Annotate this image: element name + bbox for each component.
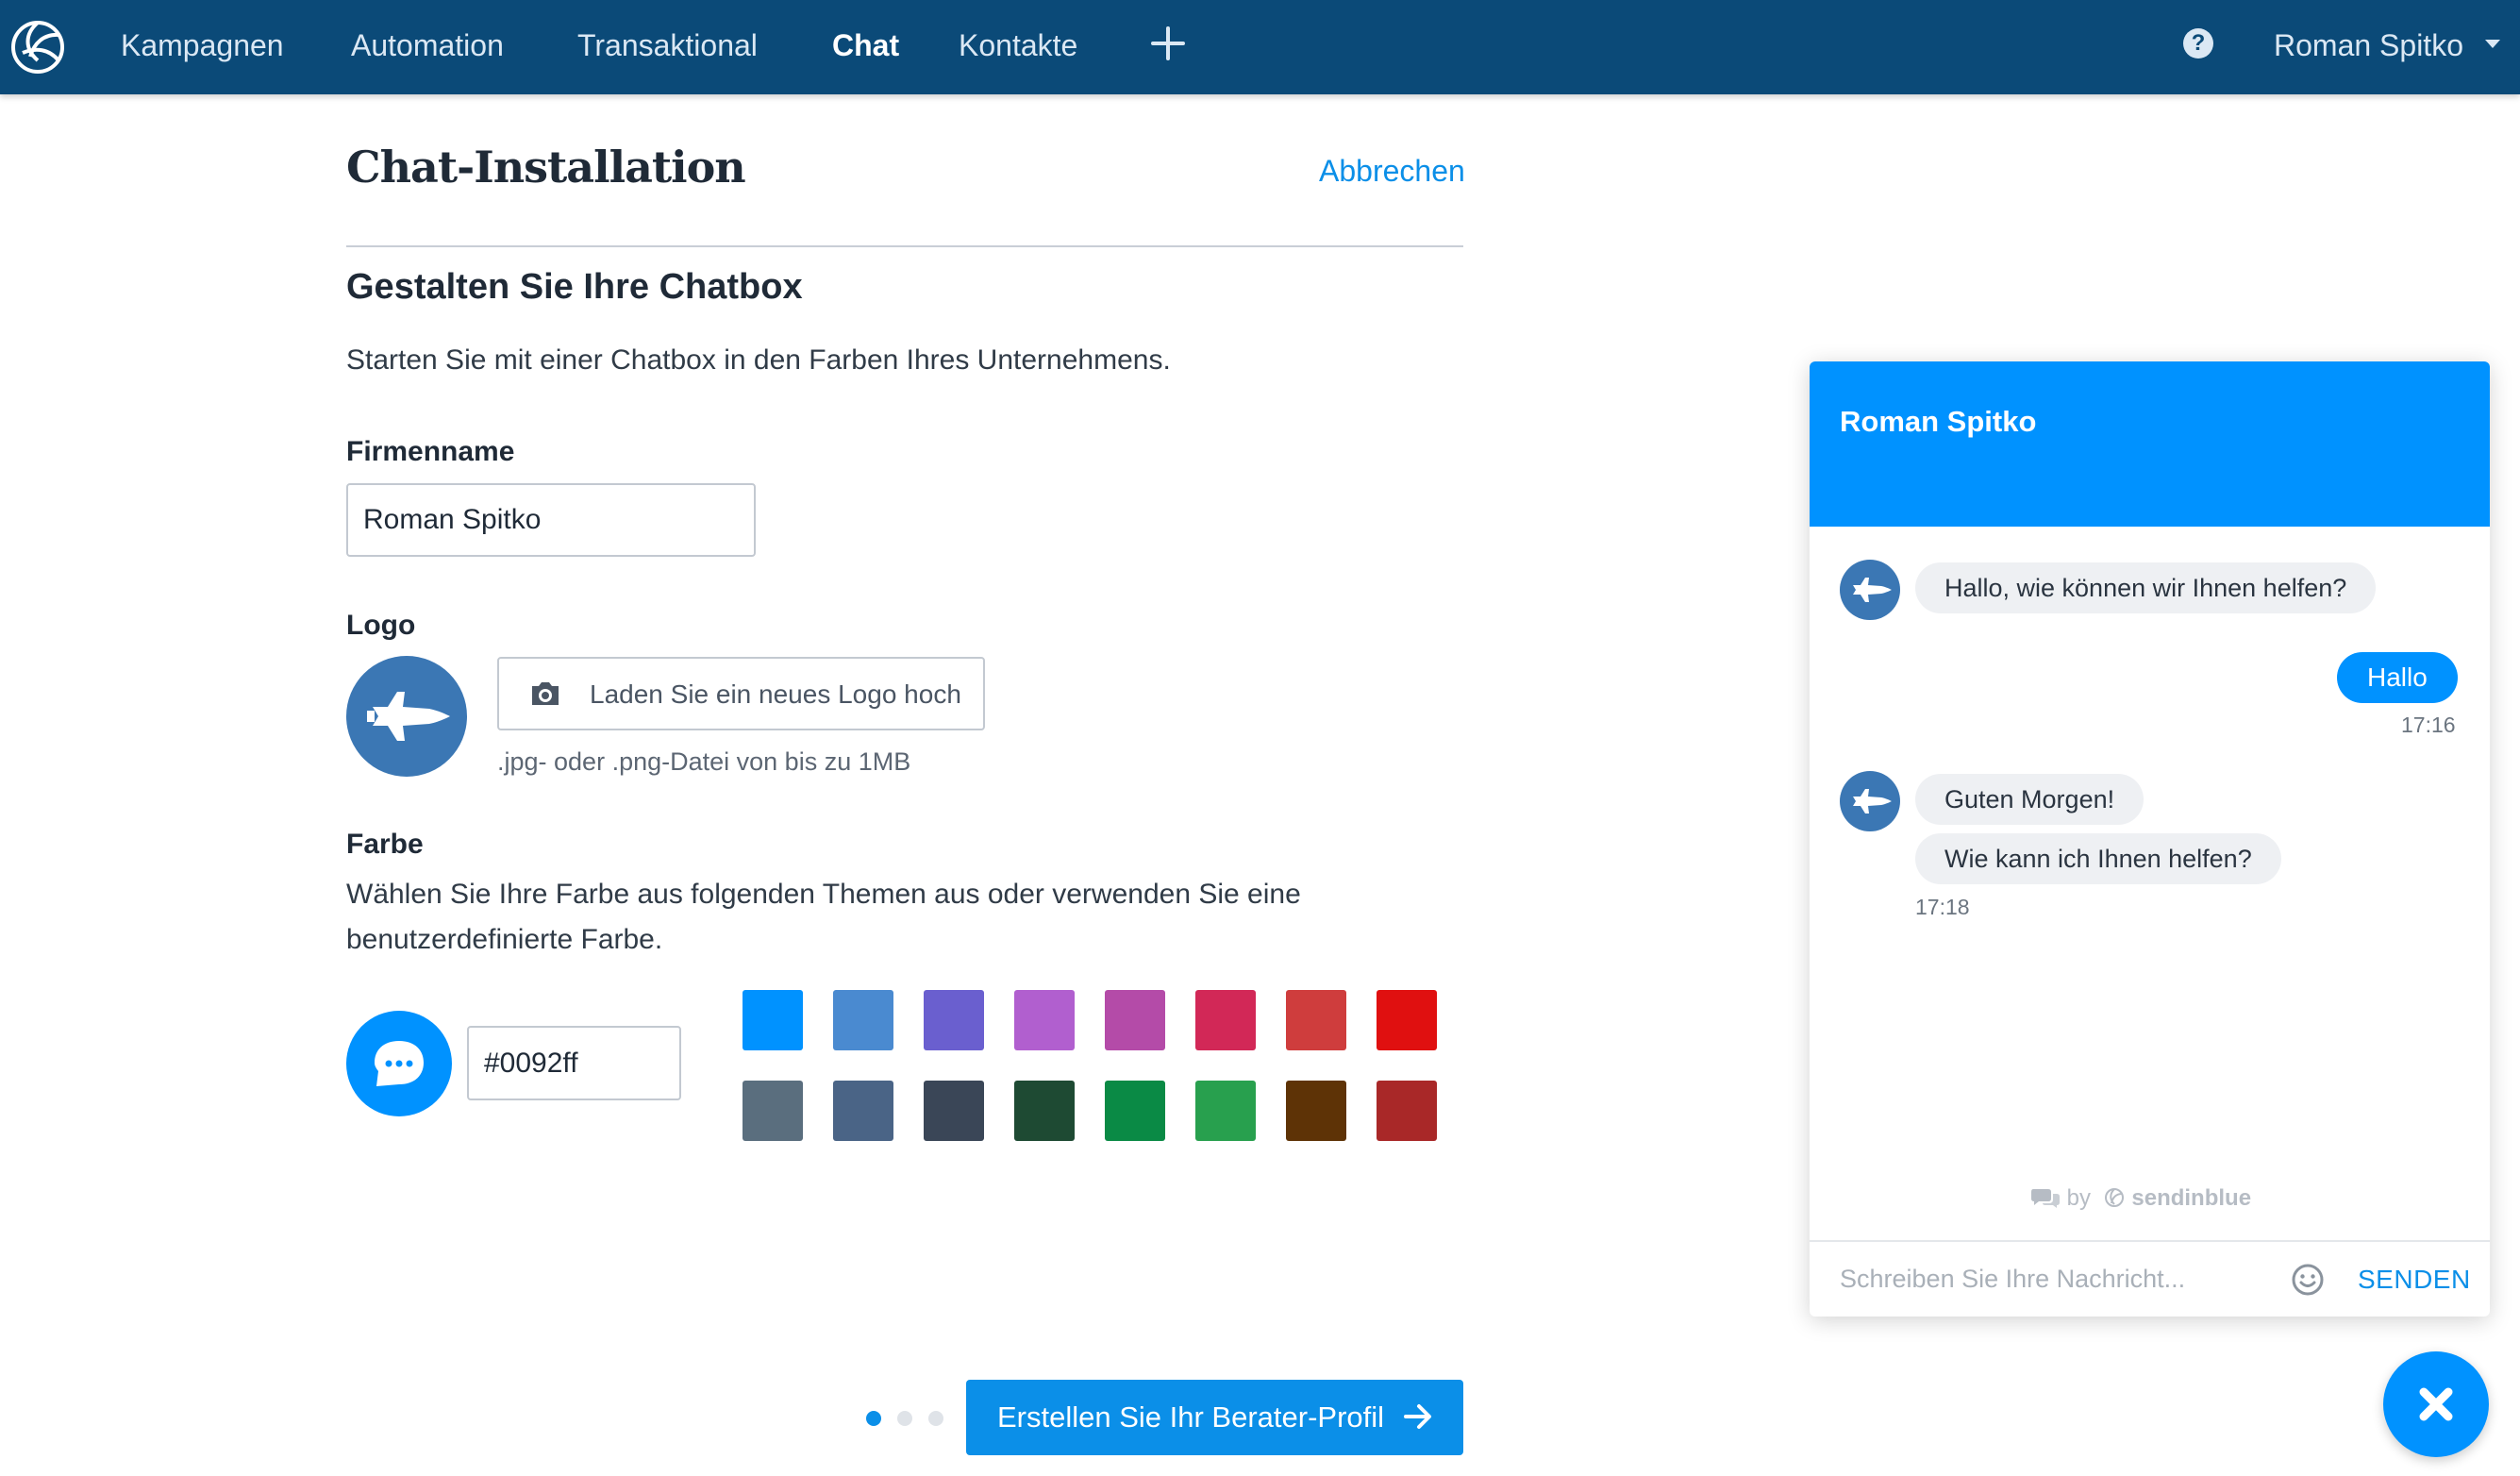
color-swatch[interactable] — [833, 990, 893, 1050]
chat-widget-preview: Roman Spitko Hallo, wie können wir Ihnen… — [1810, 361, 2490, 1317]
color-swatch[interactable] — [1377, 990, 1437, 1050]
step-dot — [866, 1411, 881, 1426]
color-swatch[interactable] — [743, 1081, 803, 1141]
nav-item-kampagnen[interactable]: Kampagnen — [121, 26, 284, 64]
color-swatch[interactable] — [1286, 1081, 1346, 1141]
close-icon — [2419, 1387, 2453, 1421]
company-name-input[interactable] — [346, 483, 756, 557]
add-plus-icon[interactable] — [1147, 23, 1189, 64]
color-swatch[interactable] — [1195, 1081, 1256, 1141]
page-title: Chat-Installation — [346, 142, 746, 193]
sendinblue-logo-icon — [2104, 1188, 2124, 1207]
color-swatch[interactable] — [743, 990, 803, 1050]
nav-item-chat[interactable]: Chat — [832, 26, 899, 64]
chat-message-agent: Guten Morgen! — [1915, 774, 2145, 825]
section-title: Gestalten Sie Ihre Chatbox — [346, 267, 803, 307]
message-timestamp: 17:18 — [1915, 895, 1970, 919]
section-description: Starten Sie mit einer Chatbox in den Far… — [346, 344, 1171, 376]
chat-message-agent: Wie kann ich Ihnen helfen? — [1915, 833, 2281, 884]
chat-message-visitor: Hallo — [2337, 652, 2458, 703]
nav-item-kontakte[interactable]: Kontakte — [959, 26, 1077, 64]
logo-preview — [346, 656, 467, 777]
upload-hint: .jpg- oder .png-Datei von bis zu 1MB — [497, 747, 911, 776]
powered-by-label: by — [2066, 1185, 2092, 1211]
top-navigation-bar: Kampagnen Automation Transaktional Chat … — [0, 0, 2520, 94]
color-swatch[interactable] — [924, 990, 984, 1050]
color-swatch[interactable] — [924, 1081, 984, 1141]
color-swatch[interactable] — [1377, 1081, 1437, 1141]
chat-bubble-preview — [346, 1011, 452, 1116]
arrow-right-icon — [1404, 1404, 1431, 1429]
step-dot — [928, 1411, 943, 1426]
chat-bubbles-icon — [2031, 1189, 2060, 1208]
space-shuttle-icon — [1853, 789, 1892, 813]
logo-label: Logo — [346, 610, 416, 641]
chat-input-bar: Schreiben Sie Ihre Nachricht... SENDEN — [1810, 1240, 2490, 1317]
user-menu[interactable]: Roman Spitko — [2274, 26, 2463, 64]
color-label: Farbe — [346, 829, 424, 860]
color-swatch[interactable] — [1014, 990, 1075, 1050]
color-description: Wählen Sie Ihre Farbe aus folgenden Them… — [346, 879, 1301, 955]
divider — [346, 245, 1463, 247]
chat-header-title: Roman Spitko — [1840, 405, 2037, 438]
powered-by-brand: sendinblue — [2131, 1185, 2252, 1211]
step-dot — [897, 1411, 912, 1426]
company-name-label: Firmenname — [346, 436, 515, 467]
upload-logo-label: Laden Sie ein neues Logo hoch — [590, 679, 961, 709]
agent-avatar — [1840, 771, 1900, 831]
send-button[interactable]: SENDEN — [2358, 1265, 2471, 1295]
color-swatch[interactable] — [1195, 990, 1256, 1050]
close-chat-button[interactable] — [2383, 1351, 2489, 1457]
agent-avatar — [1840, 560, 1900, 620]
color-swatch[interactable] — [1105, 1081, 1165, 1141]
upload-logo-button[interactable]: Laden Sie ein neues Logo hoch — [497, 657, 985, 730]
space-shuttle-icon — [367, 692, 450, 741]
create-advisor-profile-label: Erstellen Sie Ihr Berater-Profil — [997, 1401, 1385, 1434]
space-shuttle-icon — [1853, 578, 1892, 602]
chat-message-agent: Hallo, wie können wir Ihnen helfen? — [1915, 562, 2377, 613]
color-swatch[interactable] — [1105, 990, 1165, 1050]
powered-by: by sendinblue — [2030, 1185, 2251, 1212]
create-advisor-profile-button[interactable]: Erstellen Sie Ihr Berater-Profil — [966, 1380, 1463, 1455]
chat-message-input[interactable]: Schreiben Sie Ihre Nachricht... — [1840, 1265, 2185, 1294]
sendinblue-logo-icon[interactable] — [8, 11, 68, 83]
color-hex-input[interactable] — [467, 1026, 681, 1100]
nav-item-automation[interactable]: Automation — [351, 26, 504, 64]
chevron-down-icon[interactable] — [2485, 40, 2500, 48]
chat-header: Roman Spitko — [1810, 361, 2490, 527]
nav-item-transaktional[interactable]: Transaktional — [577, 26, 758, 64]
camera-icon — [532, 682, 559, 705]
chat-bubble-icon — [375, 1041, 424, 1086]
help-icon[interactable]: ? — [2183, 28, 2213, 59]
color-swatch[interactable] — [1286, 990, 1346, 1050]
message-timestamp: 17:16 — [2401, 713, 2456, 737]
cancel-link[interactable]: Abbrechen — [1319, 154, 1465, 189]
color-swatch[interactable] — [1014, 1081, 1075, 1141]
color-swatch[interactable] — [833, 1081, 893, 1141]
emoji-smile-icon[interactable] — [2291, 1263, 2325, 1297]
